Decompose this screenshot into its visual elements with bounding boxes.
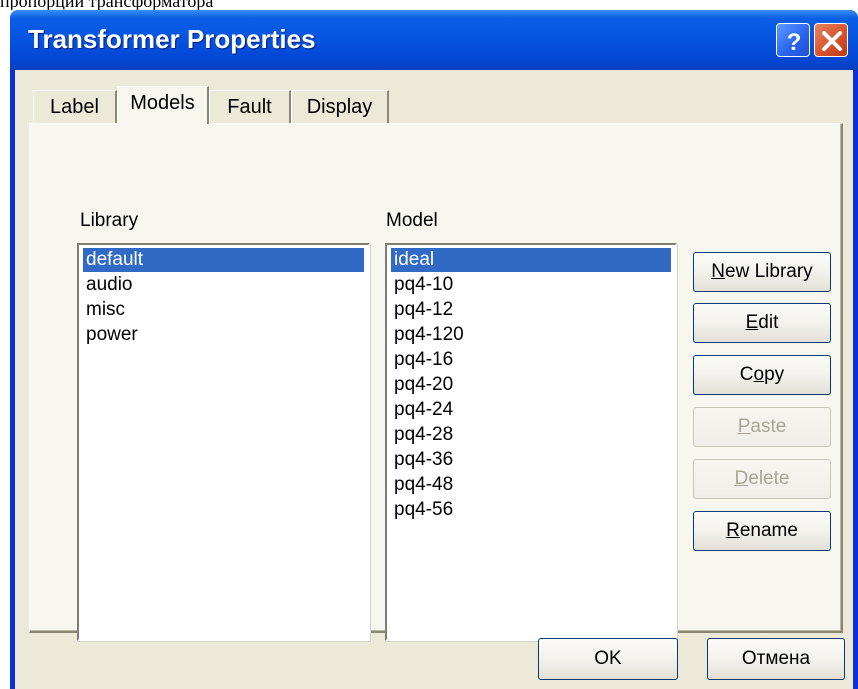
ok-button[interactable]: OK [538, 638, 678, 680]
new-library-button[interactable]: New Library [693, 252, 831, 292]
transformer-properties-dialog: Transformer Properties ? Label Models Fa… [10, 10, 858, 689]
window-title: Transformer Properties [28, 24, 316, 54]
help-button[interactable]: ? [776, 23, 810, 57]
paste-mnemonic: P [737, 416, 751, 437]
rename-label: ename [739, 520, 798, 541]
new-library-mnemonic: N [711, 261, 726, 282]
cut-off-caption: пропорции трансформатора [0, 0, 214, 10]
model-item-pq4-10[interactable]: pq4-10 [391, 273, 671, 297]
model-item-pq4-16[interactable]: pq4-16 [391, 348, 671, 372]
help-icon: ? [787, 29, 802, 56]
library-item-misc[interactable]: misc [83, 298, 364, 322]
tab-display[interactable]: Display [291, 90, 389, 124]
copy-label: py [764, 364, 785, 385]
model-item-pq4-36[interactable]: pq4-36 [391, 448, 671, 472]
delete-button[interactable]: Delete [693, 459, 831, 499]
cancel-button[interactable]: Отмена [707, 638, 845, 680]
model-label: Model [386, 210, 438, 231]
model-item-pq4-48[interactable]: pq4-48 [391, 473, 671, 497]
tab-fault[interactable]: Fault [209, 90, 291, 124]
model-item-pq4-120[interactable]: pq4-120 [391, 323, 671, 347]
library-item-audio[interactable]: audio [83, 273, 364, 297]
model-item-pq4-20[interactable]: pq4-20 [391, 373, 671, 397]
paste-label: aste [750, 416, 787, 437]
copy-label-start: C [739, 364, 754, 385]
edit-label: dit [758, 312, 779, 333]
new-library-label: ew Library [725, 261, 813, 282]
model-item-pq4-12[interactable]: pq4-12 [391, 298, 671, 322]
copy-button[interactable]: Copy [693, 355, 831, 395]
paste-button[interactable]: Paste [693, 407, 831, 447]
copy-mnemonic: o [753, 364, 765, 385]
model-item-ideal[interactable]: ideal [391, 248, 671, 272]
library-item-power[interactable]: power [83, 323, 364, 347]
models-tab-panel: Library Model default audio misc power i… [29, 123, 843, 641]
rename-button[interactable]: Rename [693, 511, 831, 551]
library-label: Library [80, 210, 139, 231]
delete-mnemonic: D [734, 468, 749, 489]
model-listbox[interactable]: ideal pq4-10 pq4-12 pq4-120 pq4-16 pq4-2… [385, 243, 677, 641]
dialog-body: Label Models Fault Display Library Model… [15, 70, 853, 689]
svg-text:?: ? [787, 29, 802, 56]
edit-mnemonic: E [745, 312, 759, 333]
edit-button[interactable]: Edit [693, 303, 831, 343]
rename-mnemonic: R [726, 520, 740, 541]
close-button[interactable] [814, 23, 848, 57]
delete-label: elete [748, 468, 790, 489]
model-item-pq4-56[interactable]: pq4-56 [391, 498, 671, 522]
library-item-default[interactable]: default [83, 248, 364, 272]
model-item-pq4-28[interactable]: pq4-28 [391, 423, 671, 447]
model-item-pq4-24[interactable]: pq4-24 [391, 398, 671, 422]
title-bar[interactable]: Transformer Properties ? [10, 10, 858, 70]
tab-models[interactable]: Models [117, 86, 209, 124]
close-icon [822, 31, 842, 51]
library-listbox[interactable]: default audio misc power [77, 243, 370, 641]
tab-label[interactable]: Label [33, 90, 117, 124]
